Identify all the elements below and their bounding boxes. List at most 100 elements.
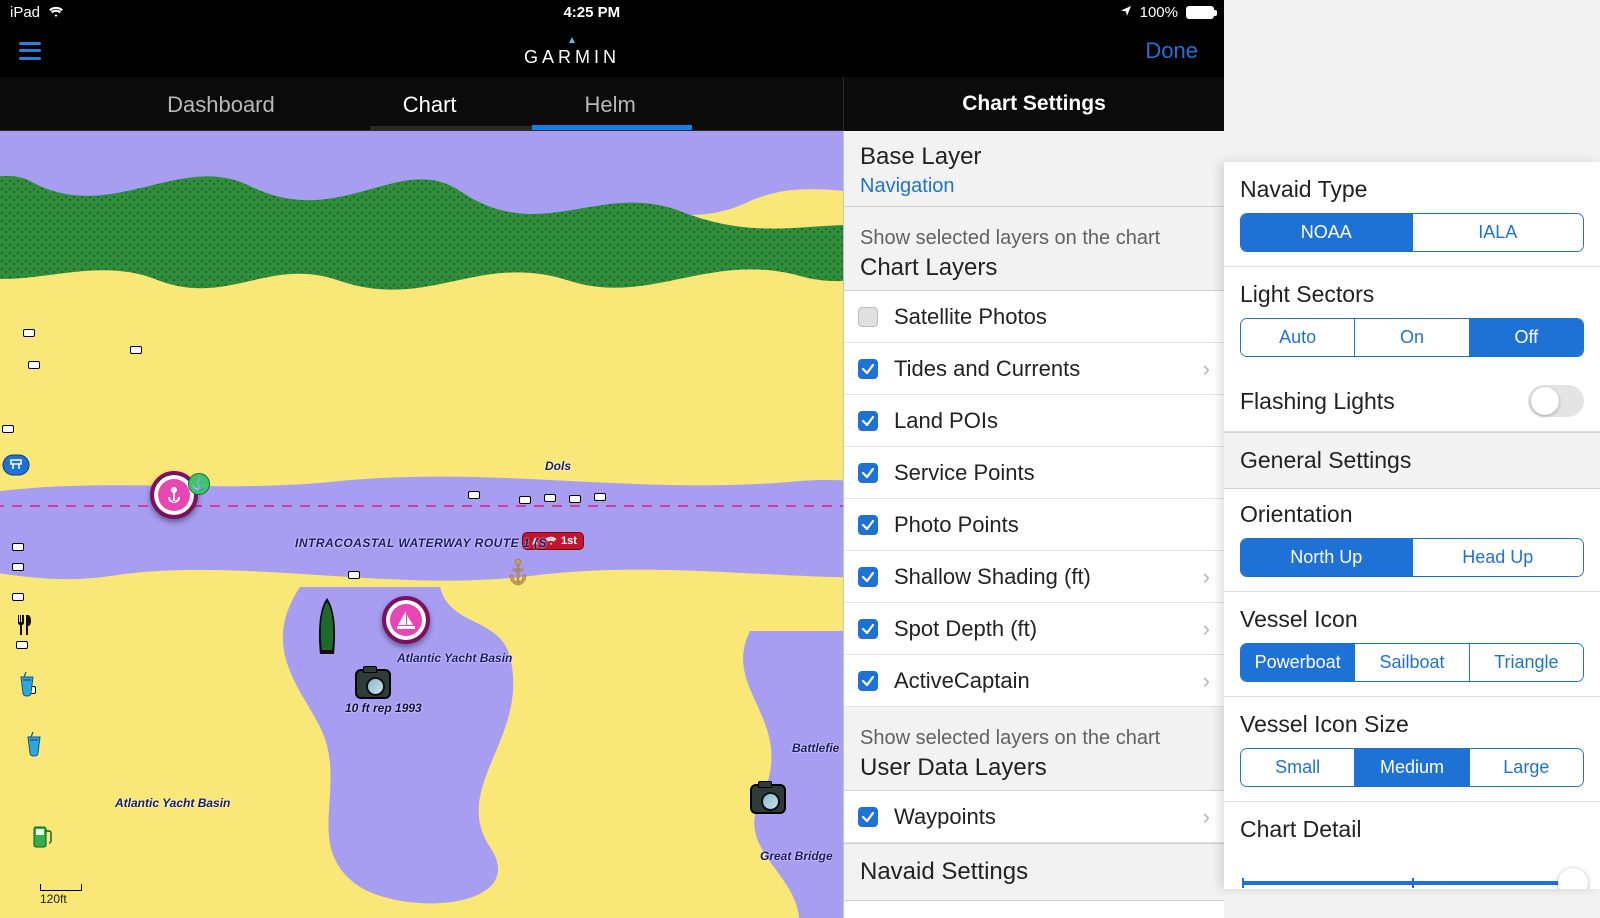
chart-detail-slider[interactable]: Least Normal Most [1224,853,1600,889]
caption-hint: Show selected layers on the chart [860,727,1208,750]
battery-icon [1186,6,1214,19]
vessel-icon-option[interactable]: Sailboat [1355,644,1469,681]
route-line [0,501,843,511]
chart-layer-row[interactable]: Photo Points [844,499,1224,551]
vessel-icon-title: Vessel Icon [1224,592,1600,643]
light-sectors-option[interactable]: Off [1470,319,1583,356]
beverage-icon[interactable] [18,671,36,702]
tab-chart[interactable]: Chart [399,92,461,130]
checkbox[interactable] [858,807,878,827]
checkbox[interactable] [858,307,878,327]
checkbox[interactable] [858,619,878,639]
base-layer-row[interactable]: Base Layer Navigation [844,131,1224,207]
chevron-right-icon: › [1203,564,1210,590]
flashing-lights-toggle[interactable] [1528,385,1584,417]
base-layer-value: Navigation [860,175,1208,198]
device-label: iPad [10,4,40,21]
vessel-icon-size-option[interactable]: Small [1241,749,1355,786]
row-label: Photo Points [894,512,1019,538]
anchor-icon [505,557,531,592]
navaid-type-title: Navaid Type [1224,162,1600,213]
row-label: Spot Depth (ft) [894,616,1037,642]
vessel-icon-size-option[interactable]: Medium [1355,749,1469,786]
brand-label: GARMIN [524,48,620,66]
map-label: Great Bridge [760,849,833,863]
chart-detail-title: Chart Detail [1224,802,1600,853]
poi-marina-icon[interactable] [382,596,430,644]
navaid-type-option[interactable]: IALA [1413,214,1584,251]
chart-settings-panel: Base Layer Navigation Show selected laye… [843,131,1224,918]
map-label: 10 ft rep 1993 [345,701,422,715]
navaid-settings-panel: Navaid Type NOAAIALA Light Sectors AutoO… [1224,162,1600,889]
settings-title: Chart Settings [843,77,1224,131]
tab-dashboard[interactable]: Dashboard [163,92,279,130]
orientation-option[interactable]: Head Up [1413,539,1584,576]
chart-layer-row[interactable]: Land POIs [844,395,1224,447]
flashing-lights-label: Flashing Lights [1240,388,1395,415]
own-vessel-icon[interactable] [312,596,342,658]
chart-layer-row[interactable]: Tides and Currents› [844,343,1224,395]
map-label: Atlantic Yacht Basin [397,651,512,665]
location-icon [1120,4,1132,21]
row-label: Service Points [894,460,1035,486]
vessel-icon-size-title: Vessel Icon Size [1224,697,1600,748]
chart-layer-row[interactable]: Spot Depth (ft)› [844,603,1224,655]
row-label: Shallow Shading (ft) [894,564,1091,590]
map-label: Battlefie [792,741,839,755]
land-shape-green [0,131,843,311]
chart-layer-row[interactable]: Satellite Photos [844,291,1224,343]
checkbox[interactable] [858,411,878,431]
navaid-type-option[interactable]: NOAA [1241,214,1413,251]
vessel-icon-segmented: PowerboatSailboatTriangle [1240,643,1584,682]
beacon-label: 1st [561,535,577,547]
done-button[interactable]: Done [1084,38,1224,64]
base-layer-title: Base Layer [860,143,1208,171]
dining-icon[interactable] [15,613,31,642]
navaid-settings-header: Navaid Settings [844,843,1224,901]
tab-bar: Dashboard Chart Helm [0,77,843,131]
light-sectors-title: Light Sectors [1224,267,1600,318]
ios-status-bar: iPad 4:25 PM 100% [0,0,1224,24]
caption-title: User Data Layers [860,754,1208,782]
vessel-icon-size-option[interactable]: Large [1470,749,1583,786]
beverage-icon[interactable] [25,731,43,762]
checkbox[interactable] [858,515,878,535]
flashing-lights-row: Flashing Lights [1224,371,1600,432]
nautical-chart[interactable]: ⚓ 1st [0,131,843,918]
light-sectors-option[interactable]: Auto [1241,319,1355,356]
user-data-layer-row[interactable]: Waypoints› [844,791,1224,843]
menu-button[interactable] [0,24,60,77]
poi-bluebadge-icon[interactable] [2,454,30,481]
orientation-option[interactable]: North Up [1241,539,1413,576]
orientation-segmented: North UpHead Up [1240,538,1584,577]
water-shape-basin [240,587,610,917]
checkbox[interactable] [858,567,878,587]
vessel-icon-option[interactable]: Triangle [1470,644,1583,681]
checkbox[interactable] [858,463,878,483]
row-label: Satellite Photos [894,304,1047,330]
slider-thumb[interactable] [1558,868,1588,889]
map-label: Dols [545,459,571,473]
light-sectors-option[interactable]: On [1355,319,1469,356]
chart-layer-row[interactable]: ActiveCaptain › [844,655,1224,707]
user-data-layers-caption: Show selected layers on the chart User D… [844,707,1224,791]
chevron-right-icon: › [1203,668,1210,694]
vessel-icon-option[interactable]: Powerboat [1241,644,1355,681]
checkbox[interactable] [858,671,878,691]
camera-icon[interactable] [355,669,391,699]
anchor-ok-badge: ⚓ [188,473,210,495]
navaid-type-segmented: NOAAIALA [1240,213,1584,252]
checkbox[interactable] [858,359,878,379]
camera-icon[interactable] [750,784,786,814]
map-label: INTRACOASTAL WATERWAY ROUTE 1 (S [295,536,547,550]
chart-layer-row[interactable]: Service Points [844,447,1224,499]
water-shape-right [660,631,843,918]
caption-hint: Show selected layers on the chart [860,227,1208,250]
fuel-icon[interactable] [32,823,54,854]
scale-label: 120ft [40,892,67,906]
chart-layer-row[interactable]: Shallow Shading (ft) › [844,551,1224,603]
clock-label: 4:25 PM [563,4,620,21]
row-label: ActiveCaptain [894,668,1030,694]
caption-title: Chart Layers [860,254,1208,282]
row-label: Waypoints [894,804,996,830]
